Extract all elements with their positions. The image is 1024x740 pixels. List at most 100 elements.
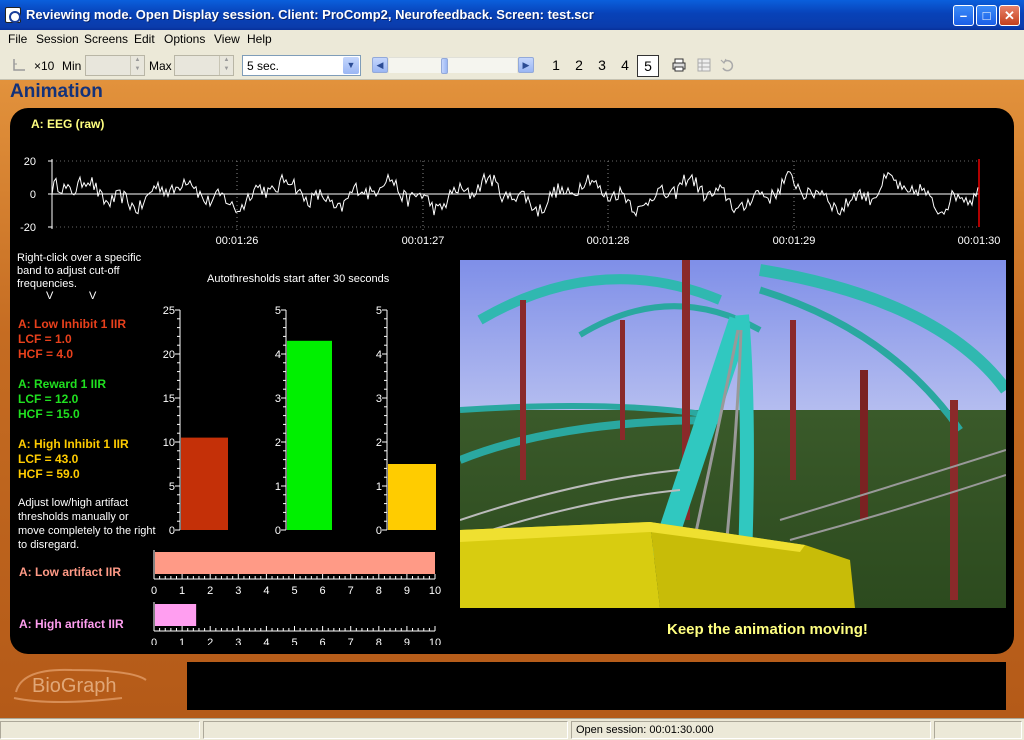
scroll-track[interactable] bbox=[389, 57, 517, 74]
band-hcf: HCF = 4.0 bbox=[18, 347, 74, 361]
menu-view[interactable]: View bbox=[214, 32, 240, 46]
title-bar: Reviewing mode. Open Display session. Cl… bbox=[0, 0, 1024, 30]
artifact-tick: 2 bbox=[207, 637, 213, 645]
logo-text: BioGraph bbox=[32, 675, 117, 697]
screen-button-2[interactable]: 2 bbox=[568, 55, 590, 77]
autothreshold-note: Autothresholds start after 30 seconds bbox=[207, 273, 390, 285]
artifact-bar[interactable] bbox=[155, 552, 435, 574]
band-hint-text: Right-click over a specific band to adju… bbox=[17, 252, 142, 290]
eeg-time-tick: 00:01:26 bbox=[216, 235, 259, 247]
duration-value: 5 sec. bbox=[247, 59, 280, 73]
menu-screens[interactable]: Screens bbox=[84, 32, 128, 46]
band-name: A: Low Inhibit 1 IIR bbox=[18, 317, 126, 331]
animation-caption: Keep the animation moving! bbox=[667, 621, 868, 638]
artifact-tick: 7 bbox=[348, 637, 354, 645]
high-artifact-label[interactable]: A: High artifact IIR bbox=[19, 617, 124, 632]
scroll-left-icon[interactable]: ◀ bbox=[372, 57, 388, 73]
menu-session[interactable]: Session bbox=[36, 32, 79, 46]
menu-bar: File Session Screens Edit Options View H… bbox=[0, 30, 1024, 48]
artifact-tick: 2 bbox=[207, 585, 213, 597]
status-bar: Open session: 00:01:30.000 bbox=[0, 718, 1024, 740]
artifact-tick: 1 bbox=[179, 637, 185, 645]
reward-y-tick: 3 bbox=[275, 393, 281, 405]
duration-select[interactable]: 5 sec. ▼ bbox=[242, 55, 361, 76]
artifact-tick: 6 bbox=[320, 637, 326, 645]
artifact-tick: 7 bbox=[348, 585, 354, 597]
artifact-bar[interactable] bbox=[155, 604, 197, 626]
high-inhibit-y-tick: 4 bbox=[376, 349, 382, 361]
status-cell bbox=[203, 721, 568, 739]
window-title: Reviewing mode. Open Display session. Cl… bbox=[26, 7, 594, 22]
table-icon[interactable] bbox=[697, 58, 711, 72]
band-reward[interactable]: A: Reward 1 IIR LCF = 12.0 HCF = 15.0 bbox=[18, 377, 106, 422]
min-spinner[interactable]: ▲ ▼ bbox=[85, 55, 145, 76]
artifact-tick: 1 bbox=[179, 585, 185, 597]
menu-file[interactable]: File bbox=[8, 32, 27, 46]
band-hcf: HCF = 15.0 bbox=[18, 407, 80, 421]
artifact-tick: 3 bbox=[235, 585, 241, 597]
screen-button-1[interactable]: 1 bbox=[545, 55, 567, 77]
artifact-tick: 3 bbox=[235, 637, 241, 645]
artifact-tick: 6 bbox=[320, 585, 326, 597]
menu-options[interactable]: Options bbox=[164, 32, 205, 46]
artifact-tick: 0 bbox=[151, 637, 157, 645]
artifact-tick: 8 bbox=[376, 585, 382, 597]
artifact-tick: 4 bbox=[263, 637, 269, 645]
hint-arrow: V bbox=[89, 290, 97, 302]
print-icon[interactable] bbox=[672, 58, 686, 72]
low-inhibit-y-tick: 20 bbox=[163, 349, 175, 361]
reward-y-tick: 0 bbox=[275, 525, 281, 537]
time-scrollbar[interactable]: ◀ ▶ bbox=[372, 57, 534, 74]
close-button[interactable]: ✕ bbox=[999, 5, 1020, 26]
screen-button-5[interactable]: 5 bbox=[637, 55, 659, 77]
maximize-button[interactable]: □ bbox=[976, 5, 997, 26]
low-inhibit-y-tick: 10 bbox=[163, 437, 175, 449]
eeg-chart[interactable]: 20 0 -20 00:01:26 00:01:27 00:01:28 00:0… bbox=[10, 150, 1014, 250]
low-inhibit-y-tick: 0 bbox=[169, 525, 175, 537]
max-spinner[interactable]: ▲ ▼ bbox=[174, 55, 234, 76]
screen-button-3[interactable]: 3 bbox=[591, 55, 613, 77]
high-inhibit-y-tick: 5 bbox=[376, 305, 382, 317]
rollercoaster-animation[interactable] bbox=[460, 260, 1006, 608]
artifact-tick: 4 bbox=[263, 585, 269, 597]
high-inhibit-y-tick: 0 bbox=[376, 525, 382, 537]
screen-button-4[interactable]: 4 bbox=[614, 55, 636, 77]
reward-y-tick: 4 bbox=[275, 349, 281, 361]
artifact-tick: 5 bbox=[291, 637, 297, 645]
reward-y-tick: 2 bbox=[275, 437, 281, 449]
menu-help[interactable]: Help bbox=[247, 32, 272, 46]
min-label: Min bbox=[62, 59, 82, 73]
eeg-y-tick: 0 bbox=[30, 189, 36, 201]
low-inhibit-y-tick: 25 bbox=[163, 305, 175, 317]
scroll-right-icon[interactable]: ▶ bbox=[518, 57, 534, 73]
band-name: A: Reward 1 IIR bbox=[18, 377, 107, 391]
menu-edit[interactable]: Edit bbox=[134, 32, 155, 46]
scroll-thumb[interactable] bbox=[441, 58, 448, 74]
low-inhibit-y-tick: 5 bbox=[169, 481, 175, 493]
reward-bar[interactable] bbox=[287, 340, 332, 530]
high-inhibit-bar[interactable] bbox=[388, 464, 436, 530]
chevron-down-icon[interactable]: ▼ bbox=[343, 57, 359, 74]
spinner-arrows-icon[interactable]: ▲ ▼ bbox=[219, 56, 233, 75]
undo-icon[interactable] bbox=[720, 58, 734, 72]
spinner-arrows-icon[interactable]: ▲ ▼ bbox=[130, 56, 144, 75]
eeg-time-tick: 00:01:29 bbox=[773, 235, 816, 247]
low-inhibit-bar[interactable] bbox=[181, 437, 228, 530]
status-cell bbox=[0, 721, 200, 739]
zoom-label[interactable]: ×10 bbox=[34, 59, 54, 73]
minimize-button[interactable]: – bbox=[953, 5, 974, 26]
band-high-inhibit[interactable]: A: High Inhibit 1 IIR LCF = 43.0 HCF = 5… bbox=[18, 437, 129, 482]
low-artifact-label[interactable]: A: Low artifact IIR bbox=[19, 565, 121, 580]
axis-icon[interactable] bbox=[12, 58, 26, 72]
eeg-title: A: EEG (raw) bbox=[31, 117, 105, 131]
artifact-tick: 0 bbox=[151, 585, 157, 597]
artifact-tick: 9 bbox=[404, 585, 410, 597]
eeg-time-tick: 00:01:30 bbox=[958, 235, 1001, 247]
app-icon[interactable] bbox=[5, 7, 21, 23]
artifact-tick: 9 bbox=[404, 637, 410, 645]
band-low-inhibit[interactable]: A: Low Inhibit 1 IIR LCF = 1.0 HCF = 4.0 bbox=[18, 317, 126, 362]
status-text: Open session: 00:01:30.000 bbox=[576, 724, 714, 736]
reward-y-tick: 5 bbox=[275, 305, 281, 317]
feedback-bars[interactable]: 0 5 10 15 20 25 0 1 2 3 4 5 0 1 2 3 4 5 0 1 2 3 4 5 6 7 8 9 10 0 1 2 3 4 5… bbox=[150, 295, 450, 645]
band-lcf: LCF = 1.0 bbox=[18, 332, 72, 346]
